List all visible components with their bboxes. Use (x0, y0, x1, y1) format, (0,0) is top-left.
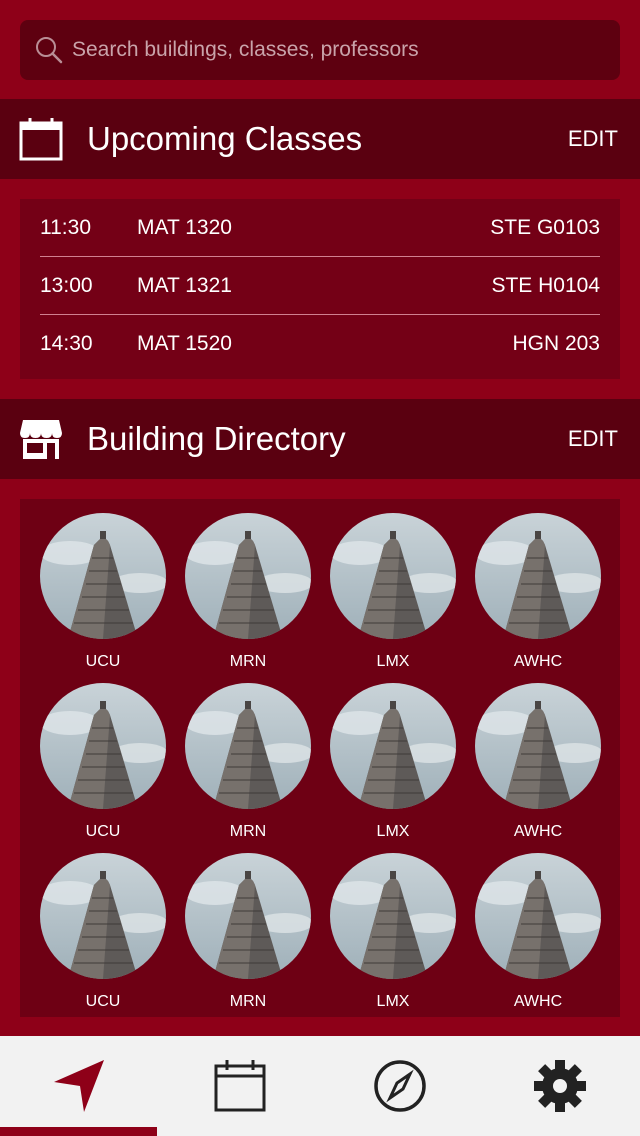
class-row[interactable]: 11:30 MAT 1320 STE G0103 (40, 199, 600, 257)
building-photo (330, 683, 456, 809)
active-tab-indicator (0, 1127, 157, 1136)
navigation-arrow-icon (54, 1060, 104, 1112)
building-label: MRN (229, 993, 267, 1010)
class-time: 13:00 (40, 273, 93, 297)
calendar-icon (19, 118, 63, 161)
building-label: MRN (229, 823, 267, 840)
building-label: UCU (85, 993, 121, 1010)
gear-icon (534, 1060, 586, 1112)
building-item[interactable]: UCU (40, 683, 166, 853)
building-photo (475, 853, 601, 979)
building-item[interactable]: AWHC (475, 513, 601, 683)
building-photo (330, 853, 456, 979)
search-bar[interactable] (20, 20, 620, 80)
compass-icon (374, 1060, 426, 1112)
building-photo (475, 513, 601, 639)
building-label: LMX (376, 823, 410, 840)
building-item[interactable]: UCU (40, 513, 166, 683)
class-time: 11:30 (40, 215, 91, 239)
section-title: Upcoming Classes (87, 120, 363, 157)
building-photo (475, 683, 601, 809)
class-row[interactable]: 14:30 MAT 1520 HGN 203 (40, 315, 600, 373)
building-directory-header: Building Directory EDIT (0, 399, 640, 479)
building-label: AWHC (513, 993, 563, 1010)
building-item[interactable]: LMX (330, 683, 456, 853)
building-item[interactable]: LMX (330, 853, 456, 1023)
tab-bar (0, 1036, 640, 1136)
building-photo (40, 513, 166, 639)
building-item[interactable]: AWHC (475, 853, 601, 1023)
building-photo (40, 853, 166, 979)
building-item[interactable]: MRN (185, 853, 311, 1023)
building-grid: UCU MRN LMX AWHC UCU MRN LMX AWHC UCU MR… (20, 499, 620, 1023)
class-room: STE G0103 (490, 215, 600, 239)
building-item[interactable]: MRN (185, 513, 311, 683)
building-item[interactable]: UCU (40, 853, 166, 1023)
class-room: HGN 203 (512, 332, 600, 355)
building-item[interactable]: AWHC (475, 683, 601, 853)
building-label: LMX (376, 653, 410, 670)
calendar-icon (214, 1060, 266, 1112)
class-row[interactable]: 13:00 MAT 1321 STE H0104 (40, 257, 600, 315)
tab-settings[interactable] (480, 1036, 640, 1136)
class-course: MAT 1320 (137, 215, 232, 239)
class-course: MAT 1321 (137, 273, 232, 297)
building-item[interactable]: LMX (330, 513, 456, 683)
building-label: AWHC (513, 823, 563, 840)
class-time: 14:30 (40, 332, 93, 355)
building-label: AWHC (513, 653, 563, 670)
classes-list: 11:30 MAT 1320 STE G0103 13:00 MAT 1321 … (20, 199, 620, 379)
tab-explore[interactable] (320, 1036, 480, 1136)
building-photo (185, 513, 311, 639)
building-item[interactable]: MRN (185, 683, 311, 853)
building-directory: UCU MRN LMX AWHC UCU MRN LMX AWHC UCU MR… (20, 499, 620, 1017)
tab-navigation[interactable] (0, 1036, 160, 1136)
tab-calendar[interactable] (160, 1036, 320, 1136)
building-photo (330, 513, 456, 639)
class-room: STE H0104 (491, 273, 600, 297)
building-label: MRN (229, 653, 267, 670)
class-course: MAT 1520 (137, 332, 232, 355)
search-input[interactable] (72, 38, 592, 62)
edit-classes-button[interactable]: EDIT (568, 126, 618, 152)
building-label: UCU (85, 653, 121, 670)
building-photo (40, 683, 166, 809)
upcoming-classes-header: Upcoming Classes EDIT (0, 99, 640, 179)
storefront-icon (20, 420, 62, 459)
search-icon (36, 37, 63, 64)
edit-directory-button[interactable]: EDIT (568, 426, 618, 452)
building-label: LMX (376, 993, 410, 1010)
building-photo (185, 853, 311, 979)
building-label: UCU (85, 823, 121, 840)
section-title: Building Directory (87, 420, 346, 457)
building-photo (185, 683, 311, 809)
